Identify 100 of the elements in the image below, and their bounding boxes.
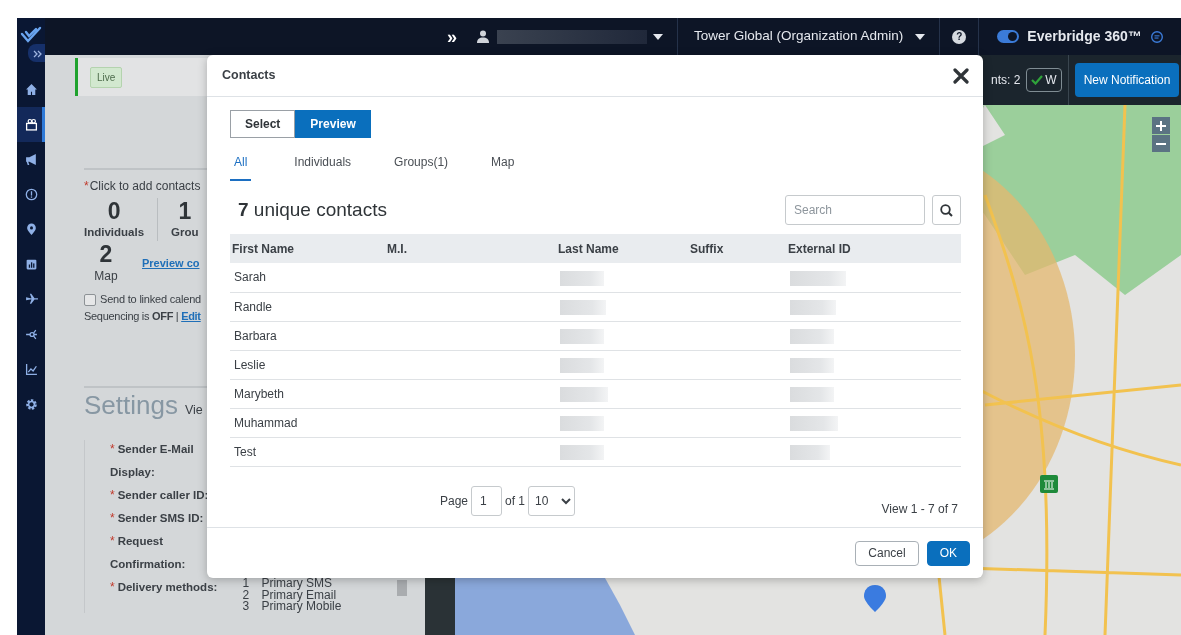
- calendar-checkbox[interactable]: [84, 293, 96, 306]
- count-label: Individuals: [84, 225, 145, 240]
- megaphone-icon: [24, 153, 38, 166]
- events-count: nts: 2: [991, 72, 1021, 89]
- scrollbar-thumb[interactable]: [397, 580, 407, 596]
- product-name: Everbridge 360™: [1027, 27, 1142, 46]
- column-header[interactable]: Suffix: [688, 234, 786, 263]
- page-total: of 1: [505, 492, 526, 510]
- caret-down-icon[interactable]: [653, 33, 663, 40]
- method-number: 2: [242, 589, 251, 602]
- sequencing-status: Sequencing is OFF | Edit: [84, 309, 201, 322]
- table-cell: Muhammad: [230, 408, 385, 437]
- ok-button[interactable]: OK: [926, 540, 970, 566]
- search-button[interactable]: [932, 195, 961, 225]
- expand-button[interactable]: »: [447, 27, 457, 46]
- redacted-block: [790, 386, 834, 402]
- redacted-block: [560, 270, 604, 286]
- sidebar-item[interactable]: [17, 107, 45, 142]
- contacts-count-heading: 7 unique contacts: [237, 197, 387, 222]
- count-value: 0: [107, 198, 121, 224]
- tab[interactable]: Groups(1): [394, 147, 449, 181]
- field-label: Confirmation:: [110, 557, 186, 573]
- redacted-block: [560, 357, 604, 373]
- column-header[interactable]: Last Name: [556, 234, 688, 263]
- new-notification-button[interactable]: New Notification: [1074, 63, 1180, 97]
- zoom-out-button[interactable]: [1152, 135, 1170, 152]
- required-marker: *: [110, 441, 115, 459]
- collapse-button[interactable]: [28, 44, 48, 62]
- add-contacts-prompt[interactable]: Click to add contacts: [89, 177, 201, 195]
- dialog-title: Contacts: [222, 67, 276, 85]
- field-label: Display:: [110, 465, 155, 481]
- user-icon: [477, 30, 489, 43]
- product-toggle[interactable]: [997, 30, 1020, 43]
- redacted-block: [560, 299, 606, 315]
- close-icon: [953, 67, 969, 84]
- method-name: Primary Mobile: [261, 601, 342, 613]
- field-label: Sender E-Mail: [117, 442, 194, 458]
- close-button[interactable]: [953, 67, 969, 84]
- tab[interactable]: All: [230, 147, 252, 181]
- tab[interactable]: Map: [491, 147, 515, 181]
- people-icon: [24, 118, 38, 131]
- table-cell: Randle: [230, 292, 385, 321]
- field-label: Sender SMS ID:: [117, 511, 204, 527]
- zoom-in-button[interactable]: [1152, 117, 1170, 134]
- redacted-block: [790, 328, 834, 344]
- plus-icon: [1156, 120, 1166, 131]
- preview-contacts-link[interactable]: Preview co: [142, 255, 200, 272]
- count-value: 1: [178, 198, 192, 224]
- redacted-block: [790, 270, 846, 286]
- edit-link[interactable]: Edit: [181, 309, 201, 322]
- field-label: Sender caller ID:: [117, 488, 209, 504]
- chat-icon[interactable]: [1150, 30, 1163, 43]
- column-header[interactable]: External ID: [786, 234, 961, 263]
- view-range: View 1 - 7 of 7: [881, 500, 958, 518]
- help-button[interactable]: ?: [952, 29, 967, 44]
- cancel-button[interactable]: Cancel: [855, 540, 919, 566]
- double-chevron-icon: [33, 49, 43, 58]
- tab[interactable]: Individuals: [294, 147, 352, 181]
- linked-calendar-label: Send to linked calend: [100, 292, 201, 308]
- table-cell: Marybeth: [230, 379, 385, 408]
- line-chart-icon: [24, 363, 38, 376]
- required-marker: *: [84, 178, 89, 195]
- mode-toggle-button[interactable]: Select: [230, 110, 296, 138]
- filter-chip[interactable]: W: [1026, 68, 1062, 92]
- location-pin-icon: [24, 223, 38, 236]
- redacted-block: [560, 415, 604, 431]
- report-icon: [24, 258, 38, 271]
- required-marker: *: [110, 533, 115, 551]
- settings-icon: [24, 398, 38, 411]
- column-header[interactable]: First Name: [230, 234, 385, 263]
- redacted-block: [560, 444, 604, 460]
- table-cell: Sarah: [230, 263, 385, 292]
- mode-toggle-button[interactable]: Preview: [295, 110, 371, 138]
- page-size-select[interactable]: 10: [528, 485, 576, 516]
- home-icon: [24, 83, 38, 96]
- check-icon: [1031, 75, 1044, 85]
- field-label: Request: [117, 534, 164, 550]
- organization-name[interactable]: Tower Global (Organization Admin): [694, 26, 904, 47]
- page-number-field[interactable]: 1: [471, 485, 503, 516]
- method-number: 1: [242, 578, 251, 590]
- network-icon: [24, 328, 38, 341]
- column-header[interactable]: M.I.: [385, 234, 556, 263]
- logo-icon: [20, 26, 42, 44]
- search-icon: [940, 203, 953, 217]
- redacted-block: [790, 415, 838, 431]
- required-marker: *: [110, 579, 115, 597]
- status-badge: Live: [90, 66, 123, 88]
- required-marker: *: [110, 487, 115, 505]
- method-number: 3: [242, 601, 251, 613]
- redacted-block: [560, 328, 604, 344]
- count-label: Map: [94, 268, 118, 286]
- redacted-block: [560, 386, 608, 402]
- count-value: 2: [99, 241, 113, 268]
- page-label: Page: [440, 492, 469, 510]
- view-link[interactable]: Vie: [184, 401, 203, 420]
- caret-down-icon[interactable]: [915, 33, 926, 40]
- redacted-block: [790, 444, 830, 460]
- search-field[interactable]: Search: [785, 195, 925, 225]
- method-name: Primary SMS: [261, 578, 333, 590]
- field-label: Delivery methods:: [117, 580, 218, 596]
